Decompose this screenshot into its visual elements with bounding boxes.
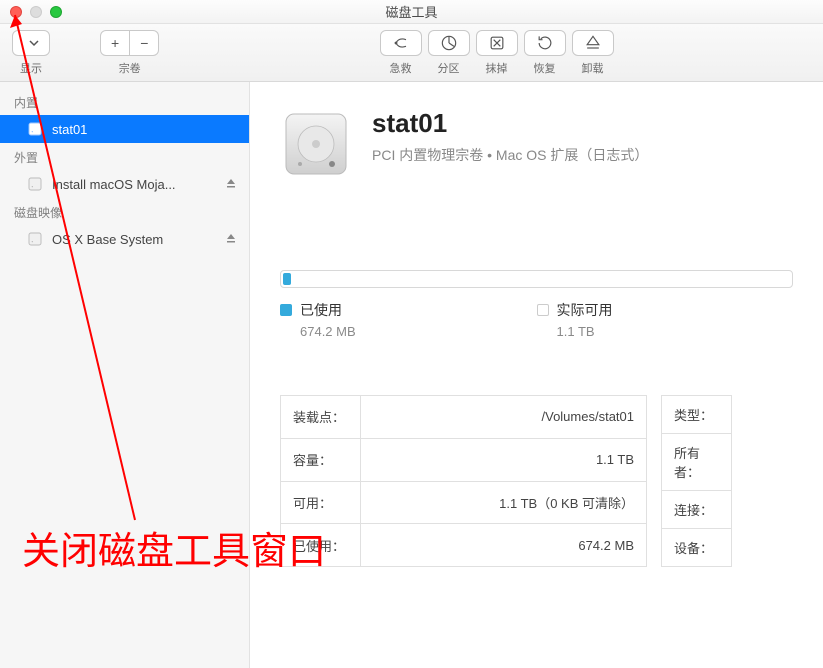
details-table-left: 装载点：/Volumes/stat01 容量：1.1 TB 可用：1.1 TB（…	[280, 395, 647, 567]
content-pane: stat01 PCI 内置物理宗卷 • Mac OS 扩展（日志式） 已使用 6…	[250, 82, 823, 668]
detail-label: 所有者：	[662, 434, 732, 491]
section-internal: 内置	[0, 88, 249, 115]
detail-value: 1.1 TB	[361, 438, 647, 481]
usage-fill	[283, 273, 291, 285]
detail-label: 设备：	[662, 529, 732, 567]
unmount-label: 卸载	[582, 60, 604, 76]
firstaid-button[interactable]	[380, 30, 422, 56]
partition-button[interactable]	[428, 30, 470, 56]
usage-bar	[280, 270, 793, 288]
restore-label: 恢复	[534, 60, 556, 76]
volume-subtitle: PCI 内置物理宗卷 • Mac OS 扩展（日志式）	[372, 145, 648, 165]
sidebar: 内置 stat01 外置 Install macOS Moja... 磁盘映像	[0, 82, 250, 668]
volume-add-remove: + −	[100, 30, 159, 56]
firstaid-label: 急救	[390, 60, 412, 76]
disk-icon	[26, 120, 44, 138]
volume-label: 宗卷	[119, 60, 141, 76]
window-title: 磁盘工具	[0, 2, 823, 21]
unmount-button[interactable]	[572, 30, 614, 56]
details-table-right: 类型： 所有者： 连接： 设备：	[661, 395, 732, 567]
volume-disk-icon	[280, 108, 352, 180]
chevron-down-icon	[29, 35, 39, 51]
erase-label: 抹掉	[486, 60, 508, 76]
eject-icon[interactable]	[225, 232, 237, 247]
volume-remove-button[interactable]: −	[130, 30, 159, 56]
view-toggle[interactable]	[12, 30, 50, 56]
used-label: 已使用	[300, 300, 342, 320]
detail-label: 装载点：	[281, 396, 361, 439]
titlebar: 磁盘工具	[0, 0, 823, 24]
free-swatch	[537, 304, 549, 316]
view-label: 显示	[20, 60, 42, 76]
used-swatch	[280, 304, 292, 316]
free-label: 实际可用	[557, 300, 613, 320]
sidebar-item-label: Install macOS Moja...	[52, 177, 176, 192]
details-section: 装载点：/Volumes/stat01 容量：1.1 TB 可用：1.1 TB（…	[280, 395, 823, 567]
toolbar: 显示 + − 宗卷 急救 分区	[0, 24, 823, 82]
sidebar-item-stat01[interactable]: stat01	[0, 115, 249, 143]
detail-value: 674.2 MB	[361, 524, 647, 567]
free-value: 1.1 TB	[557, 324, 794, 339]
annotation-text: 关闭磁盘工具窗口	[22, 520, 326, 575]
sidebar-item-label: OS X Base System	[52, 232, 163, 247]
body: 内置 stat01 外置 Install macOS Moja... 磁盘映像	[0, 82, 823, 668]
section-images: 磁盘映像	[0, 198, 249, 225]
sidebar-item-label: stat01	[52, 122, 87, 137]
detail-value: 1.1 TB（0 KB 可清除）	[361, 481, 647, 524]
volume-title: stat01	[372, 108, 648, 139]
disk-icon	[26, 175, 44, 193]
sidebar-item-install-macos[interactable]: Install macOS Moja...	[0, 170, 249, 198]
disk-icon	[26, 230, 44, 248]
detail-label: 可用：	[281, 481, 361, 524]
restore-button[interactable]	[524, 30, 566, 56]
volume-add-button[interactable]: +	[100, 30, 130, 56]
sidebar-item-osx-base[interactable]: OS X Base System	[0, 225, 249, 253]
section-external: 外置	[0, 143, 249, 170]
partition-label: 分区	[438, 60, 460, 76]
eject-icon[interactable]	[225, 177, 237, 192]
detail-label: 类型：	[662, 396, 732, 434]
erase-button[interactable]	[476, 30, 518, 56]
disk-utility-window: 磁盘工具 显示 + − 宗卷	[0, 0, 823, 668]
detail-label: 连接：	[662, 491, 732, 529]
volume-header: stat01 PCI 内置物理宗卷 • Mac OS 扩展（日志式）	[280, 108, 823, 180]
detail-value: /Volumes/stat01	[361, 396, 647, 439]
usage-section: 已使用 674.2 MB 实际可用 1.1 TB	[280, 270, 823, 339]
used-value: 674.2 MB	[300, 324, 537, 339]
detail-label: 容量：	[281, 438, 361, 481]
